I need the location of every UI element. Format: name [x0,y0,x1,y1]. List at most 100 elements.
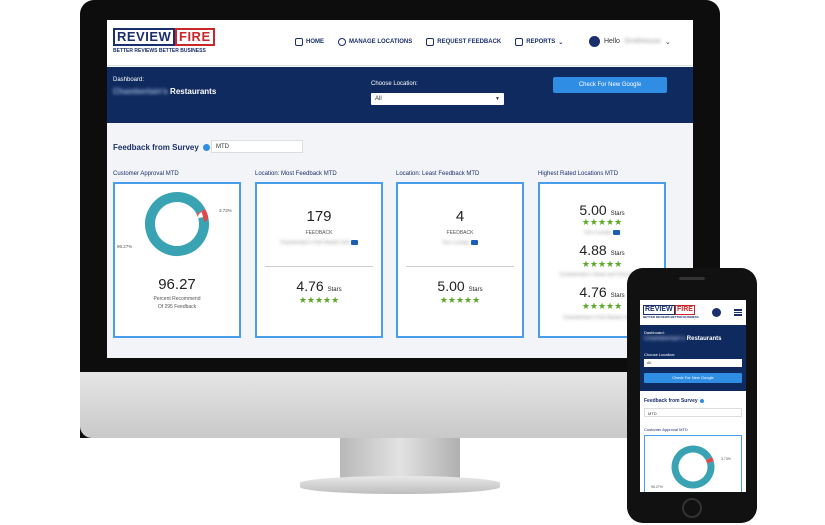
highest-3-location-name: Chamberlain's Fish Market Grill [563,315,633,321]
highest-2-value: 4.88 [579,242,607,258]
mobile-donut-group [671,445,715,489]
user-greeting: Hello [604,38,620,45]
feedback-heading: Feedback from Survey [113,143,210,152]
check-google-button[interactable]: Check For New Google [553,77,667,93]
period-select-value: MTD [216,144,229,150]
approval-caption-2: Of 295 Feedback [157,304,197,310]
mobile-period-select[interactable]: MTD [644,408,742,417]
most-feedback-location[interactable]: Chamberlain's Fish Market Grill [257,240,381,246]
most-feedback-label: FEEDBACK [305,230,333,236]
divider [265,266,373,267]
desktop-screen: REVIEW FIRE BETTER REVIEWS BETTER BUSINE… [107,20,693,358]
most-feedback-rating: 4.76 Stars [257,278,381,294]
mobile-feedback-title: Feedback from Survey [644,398,698,404]
highest-1-unit: Stars [610,211,625,217]
hamburger-menu-icon[interactable] [734,309,742,316]
dashboard-label: Dashboard: [113,77,145,83]
period-select[interactable]: MTD [211,140,303,153]
mobile-choose-location-label: Choose Location: [644,352,676,357]
approval-card: 96.27% 3.73% 96.27 Percent Recommend Of … [113,182,241,338]
mobile-brand-logo[interactable]: REVIEW FIRE BETTER REVIEWS BETTER BUSINE… [643,305,699,321]
mobile-slice-label-large: 96.27% [651,485,663,489]
most-feedback-location-name: Chamberlain's Fish Market Grill [280,240,350,246]
approval-caption-1: Percent Recommend [153,296,201,302]
info-icon[interactable] [202,144,210,151]
external-link-icon[interactable] [612,230,620,236]
highest-card-title: Highest Rated Locations MTD [538,171,619,177]
approval-value: 96.27 [158,276,196,293]
mobile-slice-label-small: 3.73% [721,457,731,461]
mobile-nav: REVIEW FIRE BETTER REVIEWS BETTER BUSINE… [640,300,746,324]
highest-3-unit: Stars [610,293,625,299]
star-icon [426,38,435,46]
most-rating-unit: Stars [327,287,342,293]
mobile-restaurant-title: Chamberlain's Restaurants [644,336,721,342]
restaurant-name: Chamberlain's [113,87,168,96]
nav-home-label: HOME [306,39,324,45]
slice-label-large: 96.27% [117,244,132,249]
mobile-period-value: MTD [648,411,657,416]
nav-reports[interactable]: REPORTS ⌄ [515,38,563,46]
external-link-icon[interactable] [350,240,358,246]
user-name: Smithhouse [623,38,661,45]
logo-tagline: BETTER REVIEWS BETTER BUSINESS [113,48,206,54]
location-select[interactable]: All ▼ [371,93,504,105]
mobile-user-icon[interactable] [712,308,721,317]
chevron-down-icon: ⌄ [558,39,564,46]
chevron-down-icon: ⌄ [664,38,671,46]
least-rating-value: 5.00 [437,278,465,294]
most-card-title: Location: Most Feedback MTD [255,171,337,177]
least-feedback-count: 4 [455,208,465,225]
least-feedback-label: FEEDBACK [446,230,474,236]
mobile-approval-card: 3.73% 96.27% [644,435,742,492]
mobile-location-select[interactable]: All [644,359,742,367]
phone-speaker [679,277,705,280]
slice-label-small: 3.73% [219,208,232,213]
brand-logo[interactable]: REVIEW FIRE BETTER REVIEWS BETTER BUSINE… [113,28,217,56]
imac-chin [80,372,720,438]
least-rating-stars: ★★★★★ [439,296,481,306]
least-feedback-rating: 5.00 Stars [398,278,522,294]
caret-down-icon: ▼ [495,96,500,102]
mobile-dashboard-banner: Dashboard: Chamberlain's Restaurants Cho… [640,325,746,391]
donut-slice-0 [671,445,715,489]
least-feedback-location[interactable]: Ozo Lounge [398,240,522,246]
nav-manage-locations[interactable]: MANAGE LOCATIONS [338,38,412,46]
highest-1-value: 5.00 [579,202,607,218]
most-rating-value: 4.76 [296,278,324,294]
highest-1-location[interactable]: Ozo Lounge [540,230,664,236]
logo-tagline: BETTER REVIEWS BETTER BUSINESS [643,315,699,319]
restaurant-suffix: Restaurants [170,87,217,96]
nav-manage-locations-label: MANAGE LOCATIONS [349,39,413,45]
external-link-icon[interactable] [470,240,478,246]
most-feedback-count: 179 [306,208,332,225]
divider [406,266,514,267]
nav-home[interactable]: HOME [295,38,324,46]
restaurant-title: Chamberlain's Restaurants [113,87,216,96]
nav-request-feedback-label: REQUEST FEEDBACK [437,39,502,45]
least-card-title: Location: Least Feedback MTD [396,171,480,177]
mobile-feedback-heading: Feedback from Survey [644,398,704,404]
user-menu[interactable]: Hello Smithhouse ⌄ [589,36,671,47]
mockup-stage: REVIEW FIRE BETTER REVIEWS BETTER BUSINE… [0,0,825,525]
logo-word-review: REVIEW [113,28,176,46]
highest-entry-2-rating: 4.88 Stars [540,242,664,258]
mobile-location-value: All [647,361,651,365]
highest-3-value: 4.76 [579,284,607,300]
least-feedback-card: 4 FEEDBACK Ozo Lounge 5.00 Stars ★★★★★ [396,182,524,338]
feedback-title: Feedback from Survey [113,143,199,152]
highest-1-location-name: Ozo Lounge [584,230,612,236]
phone-home-button[interactable] [682,498,702,518]
logo-word-review: REVIEW [643,305,675,315]
imac-foot [300,476,500,494]
mobile-check-google-button[interactable]: Check For New Google [644,373,742,383]
nav-request-feedback[interactable]: REQUEST FEEDBACK [426,38,501,46]
mobile-restaurant-suffix: Restaurants [686,336,722,342]
most-rating-stars: ★★★★★ [298,296,340,306]
location-select-value: All [375,96,382,102]
report-icon [515,38,524,46]
highest-entry-1-rating: 5.00 Stars [540,202,664,218]
mobile-dashboard-label: Dashboard: [644,330,665,335]
most-feedback-card: 179 FEEDBACK Chamberlain's Fish Market G… [255,182,383,338]
info-icon[interactable] [699,399,704,403]
